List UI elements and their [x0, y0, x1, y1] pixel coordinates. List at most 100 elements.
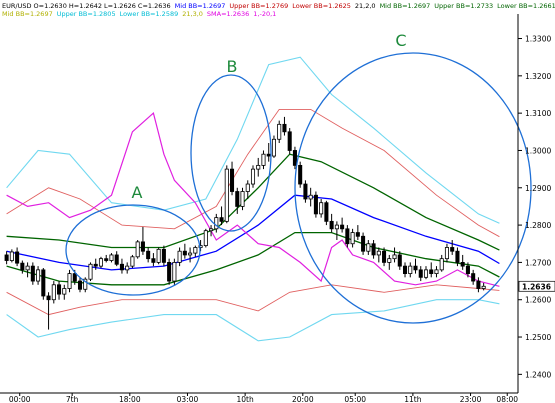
candle-body [219, 217, 224, 222]
candle-body [140, 241, 145, 252]
y-tick-label: 1.2900 [525, 184, 551, 193]
annotation-label-c: C [395, 31, 406, 50]
candle-body [250, 168, 256, 185]
candle-body [371, 243, 376, 256]
candle-body [382, 250, 387, 263]
candle-body [146, 250, 151, 260]
candle-body [277, 123, 282, 140]
candle-body [329, 220, 334, 230]
candle-body [72, 273, 77, 282]
candle-body [98, 258, 104, 267]
header-segment: 1,-20,1 [253, 10, 276, 18]
x-tick-label: 00:00 [9, 395, 31, 403]
y-tick-label: 1.2700 [525, 258, 551, 267]
candle-body [408, 265, 413, 274]
candle-body [88, 263, 93, 280]
candle-body [67, 273, 72, 289]
candle-body [460, 262, 465, 267]
x-tick-label: 7th [66, 395, 79, 403]
candle-body [402, 265, 408, 274]
x-tick-label: 18:00 [119, 395, 141, 403]
header-segment: Mid BB=1.2697 [380, 2, 431, 10]
x-tick-label: 23:00 [460, 395, 482, 403]
header-segment: Mid BB=1.2697 [2, 10, 53, 18]
candle-body [125, 265, 130, 271]
candle-body [245, 183, 250, 192]
candle-body [303, 183, 308, 200]
x-tick-label: 11th [404, 395, 421, 403]
candle-body [481, 285, 486, 289]
annotation-label-b: B [227, 57, 238, 76]
candle-body [172, 262, 177, 282]
candle-body [423, 269, 429, 278]
candle-body [104, 258, 109, 261]
candle-body [193, 247, 198, 254]
forex-chart: A B C 1.2400 1.2500 1.2600 1.2700 1.2800 1.2900… [0, 0, 555, 403]
candle-body [167, 262, 172, 282]
candle-body [340, 224, 345, 230]
header-segment: Lower BB=1.2625 [292, 2, 351, 10]
candle-body [413, 265, 418, 271]
candle-body [465, 265, 470, 274]
candle-body [361, 235, 366, 252]
candle-body [62, 288, 67, 295]
candle-body [119, 263, 124, 271]
candle-body [476, 280, 481, 289]
x-tick-label: 10th [237, 395, 254, 403]
candle-body [235, 191, 240, 207]
x-tick-label: 20:00 [292, 395, 314, 403]
header-segment: Upper BB=1.2733 [434, 2, 493, 10]
header-segment: Lower BB=1.2589 [120, 10, 179, 18]
y-tick-label: 1.2400 [525, 370, 551, 379]
candle-body [161, 248, 166, 263]
candle-body [282, 123, 287, 133]
current-price-label: 1.2636 [522, 282, 551, 291]
candle-body [313, 194, 318, 215]
candle-body [292, 150, 297, 166]
candle-body [46, 295, 51, 301]
y-tick-label: 1.3100 [525, 109, 551, 118]
header-segment: SMA=1.2636 [207, 10, 249, 18]
candle-body [471, 273, 476, 282]
candle-body [135, 241, 140, 258]
candle-body [392, 254, 397, 260]
candle-body [109, 254, 114, 261]
candle-body [387, 258, 392, 263]
candle-body [25, 265, 30, 271]
candle-body [4, 254, 9, 261]
header-segment: 21,2,0 [355, 2, 376, 10]
y-tick-label: 1.3300 [525, 35, 551, 44]
candle-body [261, 153, 266, 166]
header-segment: Upper BB=1.2769 [229, 2, 288, 10]
x-tick-label: 08:00 [496, 395, 518, 403]
candle-body [439, 258, 444, 271]
candle-body [77, 280, 83, 290]
candle-body [9, 251, 14, 261]
y-tick-label: 1.3000 [525, 146, 551, 155]
candle-body [36, 269, 41, 282]
candle-body [271, 138, 276, 157]
candle-body [177, 250, 182, 263]
candle-body [20, 262, 25, 271]
candle-body [455, 250, 460, 263]
y-tick-label: 1.2500 [525, 333, 551, 342]
candle-body [30, 265, 35, 282]
candle-body [57, 284, 62, 295]
candle-body [319, 202, 324, 215]
candle-body [209, 228, 214, 232]
annotation-label-a: A [132, 183, 143, 202]
candle-body [15, 251, 20, 264]
candle-body [182, 250, 187, 256]
candle-body [256, 164, 261, 170]
y-tick-label: 1.2800 [525, 221, 551, 230]
header-segment: Upper BB=1.2805 [57, 10, 116, 18]
candle-body [376, 250, 381, 256]
candle-body [151, 258, 156, 263]
candle-body [156, 248, 161, 263]
candle-body [345, 228, 350, 245]
candle-body [444, 247, 449, 260]
x-tick-label: 05:00 [344, 395, 366, 403]
candle-body [308, 194, 313, 200]
header-segment: EUR/USD O=1.2630 H=1.2642 L=1.2626 C=1.2… [2, 2, 171, 10]
y-tick-label: 1.2600 [525, 296, 551, 305]
